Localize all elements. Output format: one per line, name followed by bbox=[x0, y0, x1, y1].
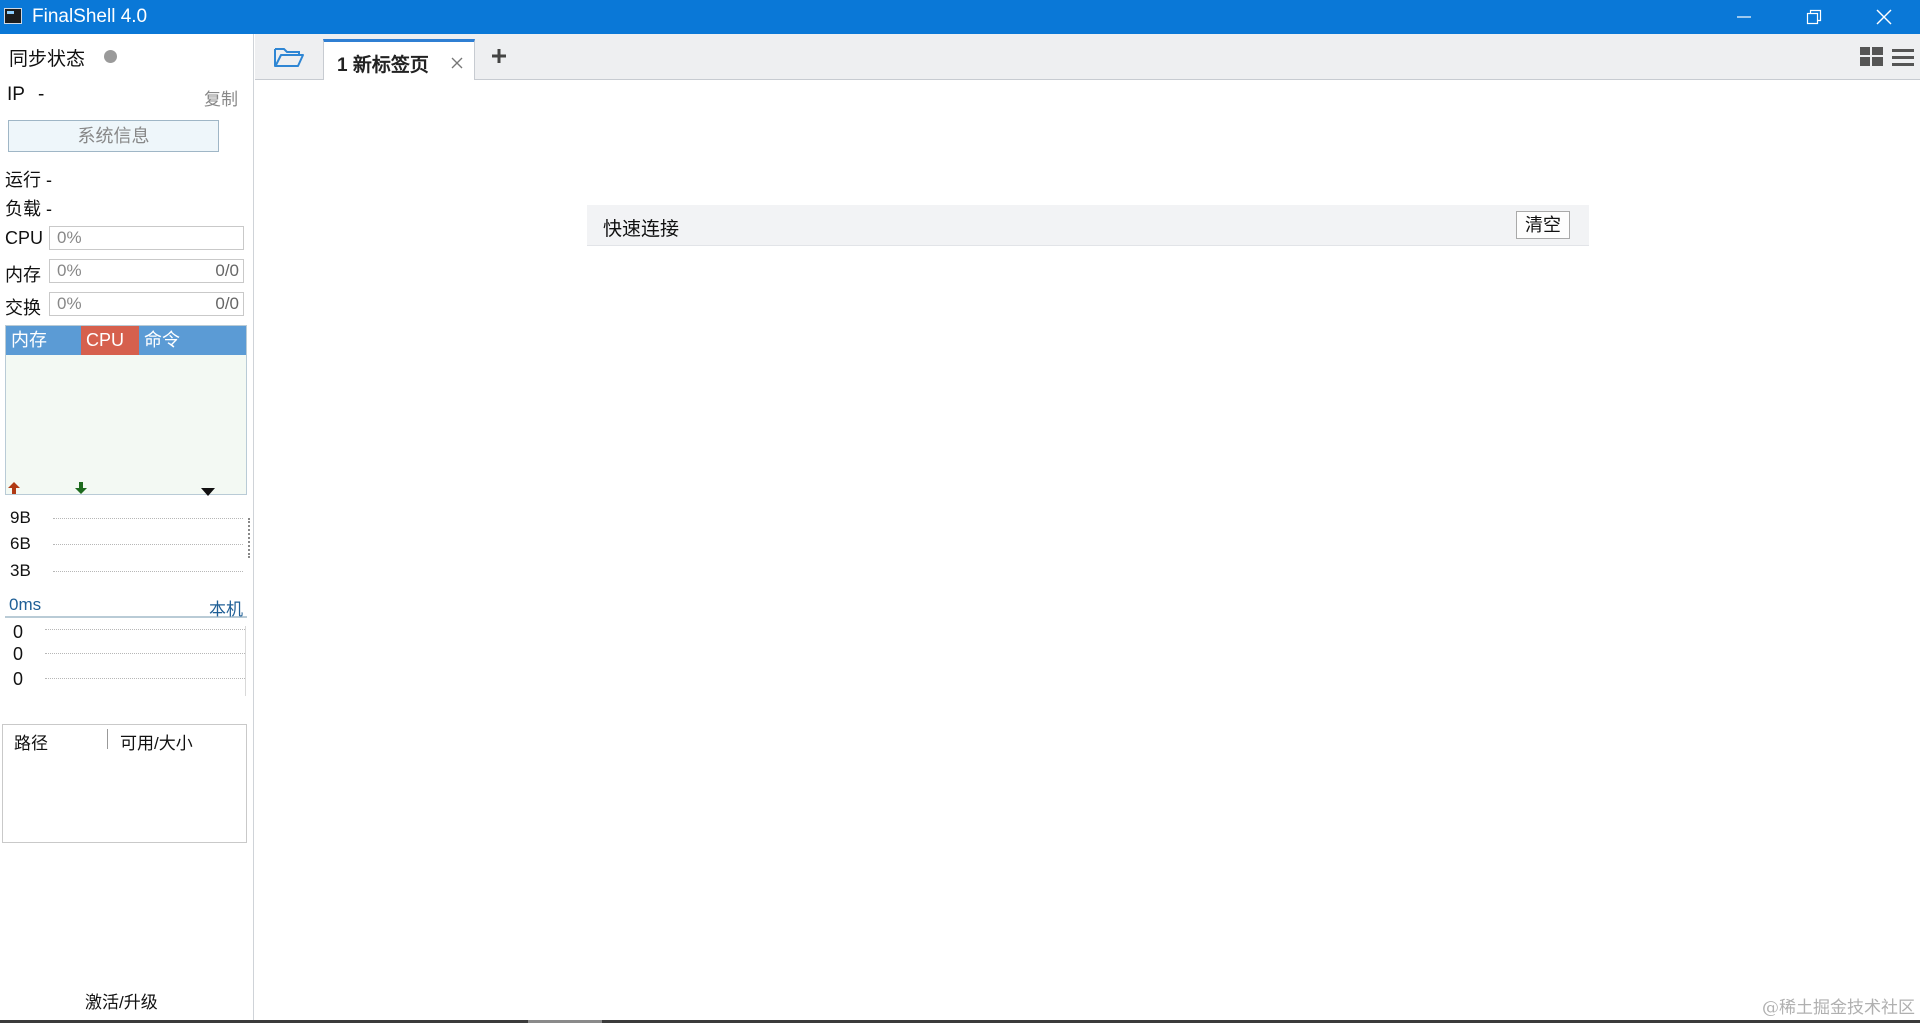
restore-icon bbox=[1806, 9, 1822, 25]
cpu-percent: 0% bbox=[57, 228, 82, 247]
session-tab-bar: 1 新标签页 bbox=[255, 34, 1920, 81]
tab-new-tab[interactable]: 1 新标签页 bbox=[323, 39, 475, 81]
swap-usage-bar: 0% 0/0 bbox=[49, 292, 244, 316]
clear-button[interactable]: 清空 bbox=[1516, 211, 1570, 239]
swap-percent: 0% bbox=[57, 294, 82, 313]
network-y-label: 3B bbox=[10, 561, 31, 580]
column-divider[interactable] bbox=[107, 729, 108, 749]
memory-percent: 0% bbox=[57, 261, 82, 280]
process-list[interactable]: 内存 CPU 命令 bbox=[5, 325, 247, 495]
ping-gridline bbox=[45, 653, 245, 654]
sync-status-label: 同步状态 bbox=[9, 49, 86, 70]
ip-value: - bbox=[38, 84, 45, 105]
title-bar: FinalShell 4.0 bbox=[0, 0, 1920, 34]
memory-usage-bar: 0% 0/0 bbox=[49, 259, 244, 283]
network-gridline bbox=[53, 544, 243, 545]
ping-y-label: 0 bbox=[13, 644, 24, 664]
ping-y-label: 0 bbox=[13, 669, 24, 689]
open-folder-icon[interactable] bbox=[273, 45, 305, 75]
hamburger-menu-icon[interactable] bbox=[1892, 49, 1914, 73]
sync-status-indicator bbox=[104, 50, 117, 63]
ping-y-label: 0 bbox=[13, 622, 24, 642]
main-content: 快速连接 清空 @稀土掘金技术社区 bbox=[255, 80, 1920, 1020]
app-icon bbox=[4, 8, 22, 24]
copy-ip-button[interactable]: 复制 bbox=[204, 85, 238, 110]
ping-latency: 0ms bbox=[9, 595, 42, 614]
ping-target-host[interactable]: 本机 bbox=[209, 595, 243, 620]
process-sort-memory[interactable]: 内存 bbox=[11, 326, 47, 355]
ping-latency-chart: 0 0 0 bbox=[5, 618, 247, 740]
swap-label: 交换 bbox=[5, 298, 41, 318]
cpu-usage-bar: 0% bbox=[49, 226, 244, 250]
disk-column-path[interactable]: 路径 bbox=[14, 729, 48, 754]
restore-button[interactable] bbox=[1779, 0, 1849, 34]
window-title: FinalShell 4.0 bbox=[32, 6, 148, 27]
quick-connect-label: 快速连接 bbox=[603, 219, 680, 240]
disk-column-available[interactable]: 可用/大小 bbox=[120, 729, 193, 754]
memory-label: 内存 bbox=[5, 265, 41, 285]
watermark: @稀土掘金技术社区 bbox=[1762, 998, 1915, 1018]
memory-amount: 0/0 bbox=[215, 261, 239, 280]
add-tab-icon[interactable] bbox=[491, 48, 507, 70]
process-sort-cpu[interactable]: CPU bbox=[81, 326, 139, 355]
close-button[interactable] bbox=[1849, 0, 1919, 34]
network-y-label: 9B bbox=[10, 508, 31, 527]
network-gridline bbox=[53, 571, 243, 572]
network-y-label: 6B bbox=[10, 534, 31, 553]
minimize-icon bbox=[1737, 16, 1751, 18]
minimize-button[interactable] bbox=[1709, 0, 1779, 34]
ping-gridline bbox=[45, 678, 245, 679]
tab-title: 1 新标签页 bbox=[337, 55, 429, 76]
layout-grid-icon[interactable] bbox=[1860, 47, 1884, 73]
process-list-header: 内存 CPU 命令 bbox=[6, 326, 246, 355]
system-monitor-panel: 同步状态 IP - 复制 系统信息 运行 - 负载 - CPU 0% 内存 0%… bbox=[0, 34, 254, 1020]
chart-resize-grip[interactable] bbox=[248, 518, 253, 558]
uptime-label: 运行 - bbox=[5, 170, 52, 190]
system-info-button[interactable]: 系统信息 bbox=[8, 120, 219, 152]
activate-upgrade-link[interactable]: 激活/升级 bbox=[85, 988, 158, 1013]
cpu-label: CPU bbox=[5, 228, 44, 248]
quick-connect-bar: 快速连接 清空 bbox=[587, 205, 1589, 246]
ip-label: IP bbox=[7, 84, 25, 105]
ping-gridline bbox=[45, 629, 245, 630]
swap-amount: 0/0 bbox=[215, 294, 239, 313]
load-label: 负载 - bbox=[5, 199, 52, 219]
close-icon bbox=[1876, 9, 1892, 25]
tab-close-icon[interactable] bbox=[451, 53, 463, 75]
network-gridline bbox=[53, 518, 243, 519]
disk-usage-table[interactable]: 路径 可用/大小 bbox=[2, 724, 247, 843]
process-sort-command[interactable]: 命令 bbox=[139, 326, 180, 355]
ping-chart-border bbox=[245, 626, 246, 696]
